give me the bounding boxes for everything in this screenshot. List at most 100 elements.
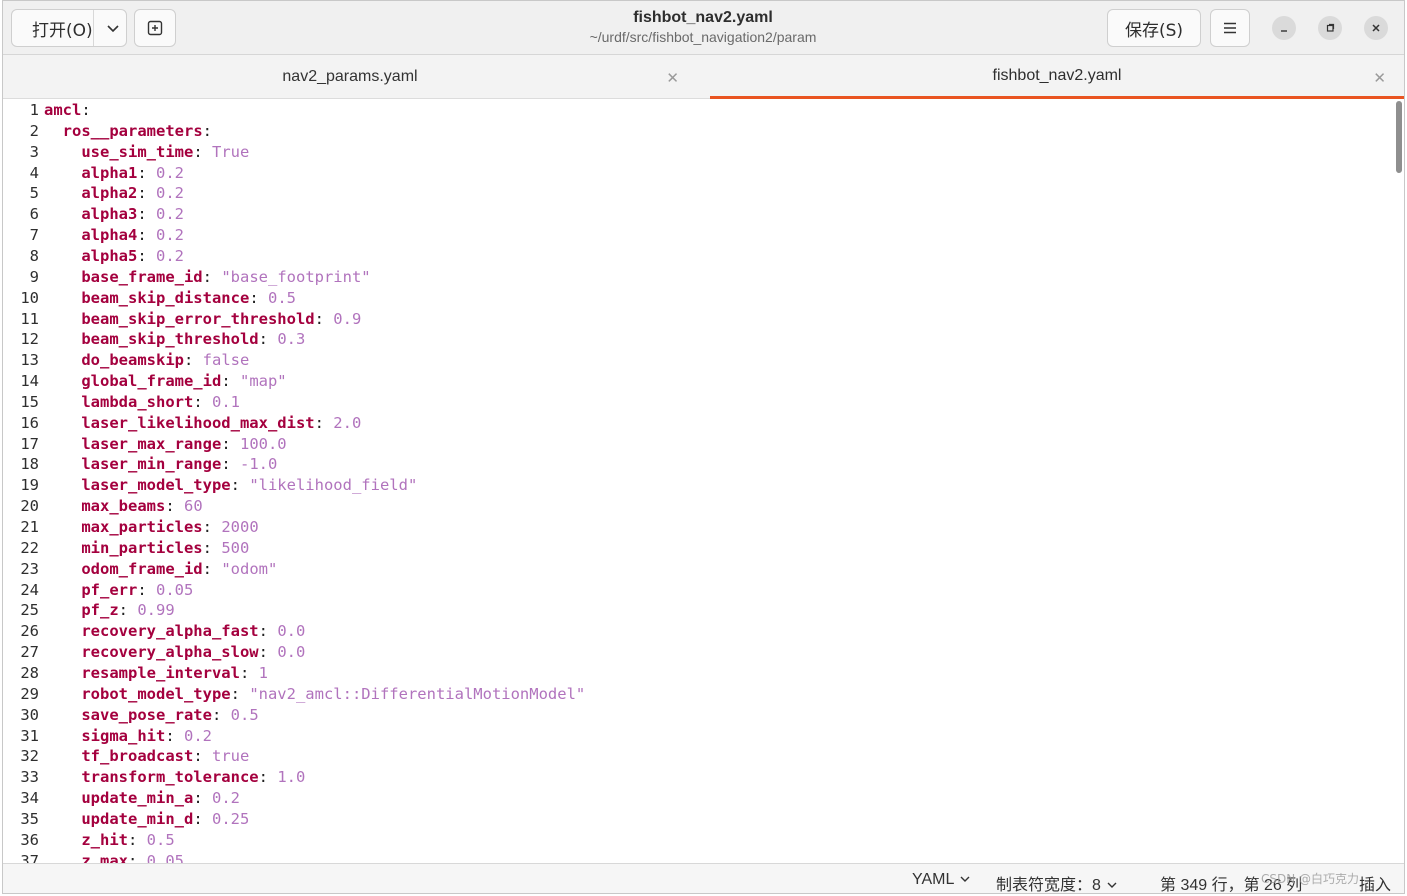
yaml-colon: : — [128, 851, 147, 863]
code-line: 4 alpha1: 0.2 — [3, 163, 1394, 184]
code-line: 24 pf_err: 0.05 — [3, 580, 1394, 601]
code-line: 31 sigma_hit: 0.2 — [3, 726, 1394, 747]
restore-icon — [1326, 23, 1335, 32]
line-number: 25 — [20, 601, 39, 620]
code-text: robot_model_type: "nav2_amcl::Differenti… — [44, 684, 585, 705]
save-button[interactable]: 保存(S) — [1107, 9, 1201, 47]
yaml-colon: : — [211, 705, 231, 724]
window-title: fishbot_nav2.yaml — [633, 9, 773, 26]
code-line: 21 max_particles: 2000 — [3, 517, 1394, 538]
code-line: 3 use_sim_time: True — [3, 142, 1394, 163]
tab-label: nav2_params.yaml — [282, 68, 418, 85]
line-number: 10 — [20, 288, 39, 307]
close-icon — [1372, 24, 1380, 32]
yaml-key: amcl — [44, 101, 82, 119]
yaml-value: 0.05 — [156, 580, 194, 599]
code-text: beam_skip_distance: 0.5 — [44, 288, 296, 309]
yaml-colon: : — [193, 392, 212, 411]
header-bar: 打开(O) fishbot_nav2.yaml ~/urdf/src/fishb… — [3, 1, 1404, 55]
code-line: 26 recovery_alpha_fast: 0.0 — [3, 621, 1394, 642]
code-line: 18 laser_min_range: -1.0 — [3, 454, 1394, 475]
yaml-value: 0.5 — [146, 830, 175, 849]
line-number: 2 — [29, 121, 39, 140]
code-line: 1 amcl: — [3, 100, 1394, 121]
yaml-key: ros__parameters — [62, 121, 203, 140]
code-line: 7 alpha4: 0.2 — [3, 225, 1394, 246]
line-number: 27 — [20, 643, 39, 662]
close-tab-icon[interactable]: ✕ — [1373, 69, 1386, 87]
yaml-colon: : — [202, 121, 212, 140]
code-line: 20 max_beams: 60 — [3, 496, 1394, 517]
yaml-colon: : — [193, 142, 212, 161]
code-text: sigma_hit: 0.2 — [44, 726, 212, 747]
line-number: 20 — [20, 497, 39, 516]
tab-width-selector[interactable]: 制表符宽度：8 — [996, 871, 1119, 893]
yaml-key: max_beams — [81, 497, 166, 516]
yaml-colon: : — [258, 330, 278, 349]
tab-label: fishbot_nav2.yaml — [992, 66, 1122, 84]
line-number: 9 — [29, 267, 39, 286]
code-line: 27 recovery_alpha_slow: 0.0 — [3, 642, 1394, 663]
minimize-button[interactable] — [1272, 16, 1296, 40]
code-text: laser_max_range: 100.0 — [44, 434, 286, 455]
tab-fishbot-nav2[interactable]: fishbot_nav2.yaml ✕ — [710, 55, 1404, 99]
code-text: laser_likelihood_max_dist: 2.0 — [44, 413, 361, 434]
chevron-down-icon — [1107, 882, 1117, 888]
close-window-button[interactable] — [1364, 16, 1388, 40]
language-label: YAML — [912, 871, 955, 888]
vertical-scrollbar[interactable] — [1396, 101, 1402, 173]
yaml-colon: : — [314, 413, 334, 432]
insert-mode[interactable]: 插入 — [1359, 871, 1391, 893]
window-subtitle: ~/urdf/src/fishbot_navigation2/param — [589, 29, 817, 45]
yaml-key: laser_min_range — [81, 455, 222, 474]
language-selector[interactable]: YAML — [912, 871, 972, 889]
code-line: 29 robot_model_type: "nav2_amcl::Differe… — [3, 684, 1394, 705]
line-number: 26 — [20, 622, 39, 641]
code-text: resample_interval: 1 — [44, 663, 268, 684]
yaml-value: 0.2 — [211, 789, 240, 808]
code-line: 22 min_particles: 500 — [3, 538, 1394, 559]
yaml-value: true — [211, 747, 250, 766]
yaml-value: "base_footprint" — [221, 267, 371, 286]
text-editor[interactable]: 1 amcl: 2 ros__parameters: 3 use_sim_time: … — [3, 99, 1394, 863]
code-text: save_pose_rate: 0.5 — [44, 705, 258, 726]
chevron-down-icon — [960, 876, 970, 882]
new-document-button[interactable] — [134, 9, 176, 47]
yaml-key: update_min_d — [81, 809, 194, 828]
maximize-button[interactable] — [1318, 16, 1342, 40]
title-area: fishbot_nav2.yaml ~/urdf/src/fishbot_nav… — [453, 8, 953, 46]
code-text: lambda_short: 0.1 — [44, 392, 240, 413]
yaml-value: 0.05 — [146, 851, 184, 863]
line-number: 29 — [20, 684, 39, 703]
yaml-key: z_max — [81, 851, 128, 863]
yaml-key: alpha3 — [81, 205, 138, 224]
yaml-key: min_particles — [81, 538, 203, 557]
line-number: 32 — [20, 747, 39, 766]
code-line: 13 do_beamskip: false — [3, 350, 1394, 371]
code-text: alpha3: 0.2 — [44, 204, 184, 225]
yaml-value: 1 — [258, 663, 268, 682]
code-text: amcl: — [44, 100, 91, 121]
tab-nav2-params[interactable]: nav2_params.yaml ✕ — [3, 55, 697, 99]
menu-button[interactable] — [1210, 9, 1250, 47]
yaml-value: 2000 — [221, 518, 259, 536]
line-number: 31 — [20, 726, 39, 745]
yaml-value: "nav2_amcl::DifferentialMotionModel" — [249, 684, 586, 703]
open-button[interactable]: 打开(O) — [11, 9, 127, 47]
yaml-value: "likelihood_field" — [249, 476, 418, 495]
chevron-down-icon[interactable] — [104, 19, 122, 37]
yaml-colon: : — [137, 184, 156, 203]
close-tab-icon[interactable]: ✕ — [666, 69, 679, 87]
